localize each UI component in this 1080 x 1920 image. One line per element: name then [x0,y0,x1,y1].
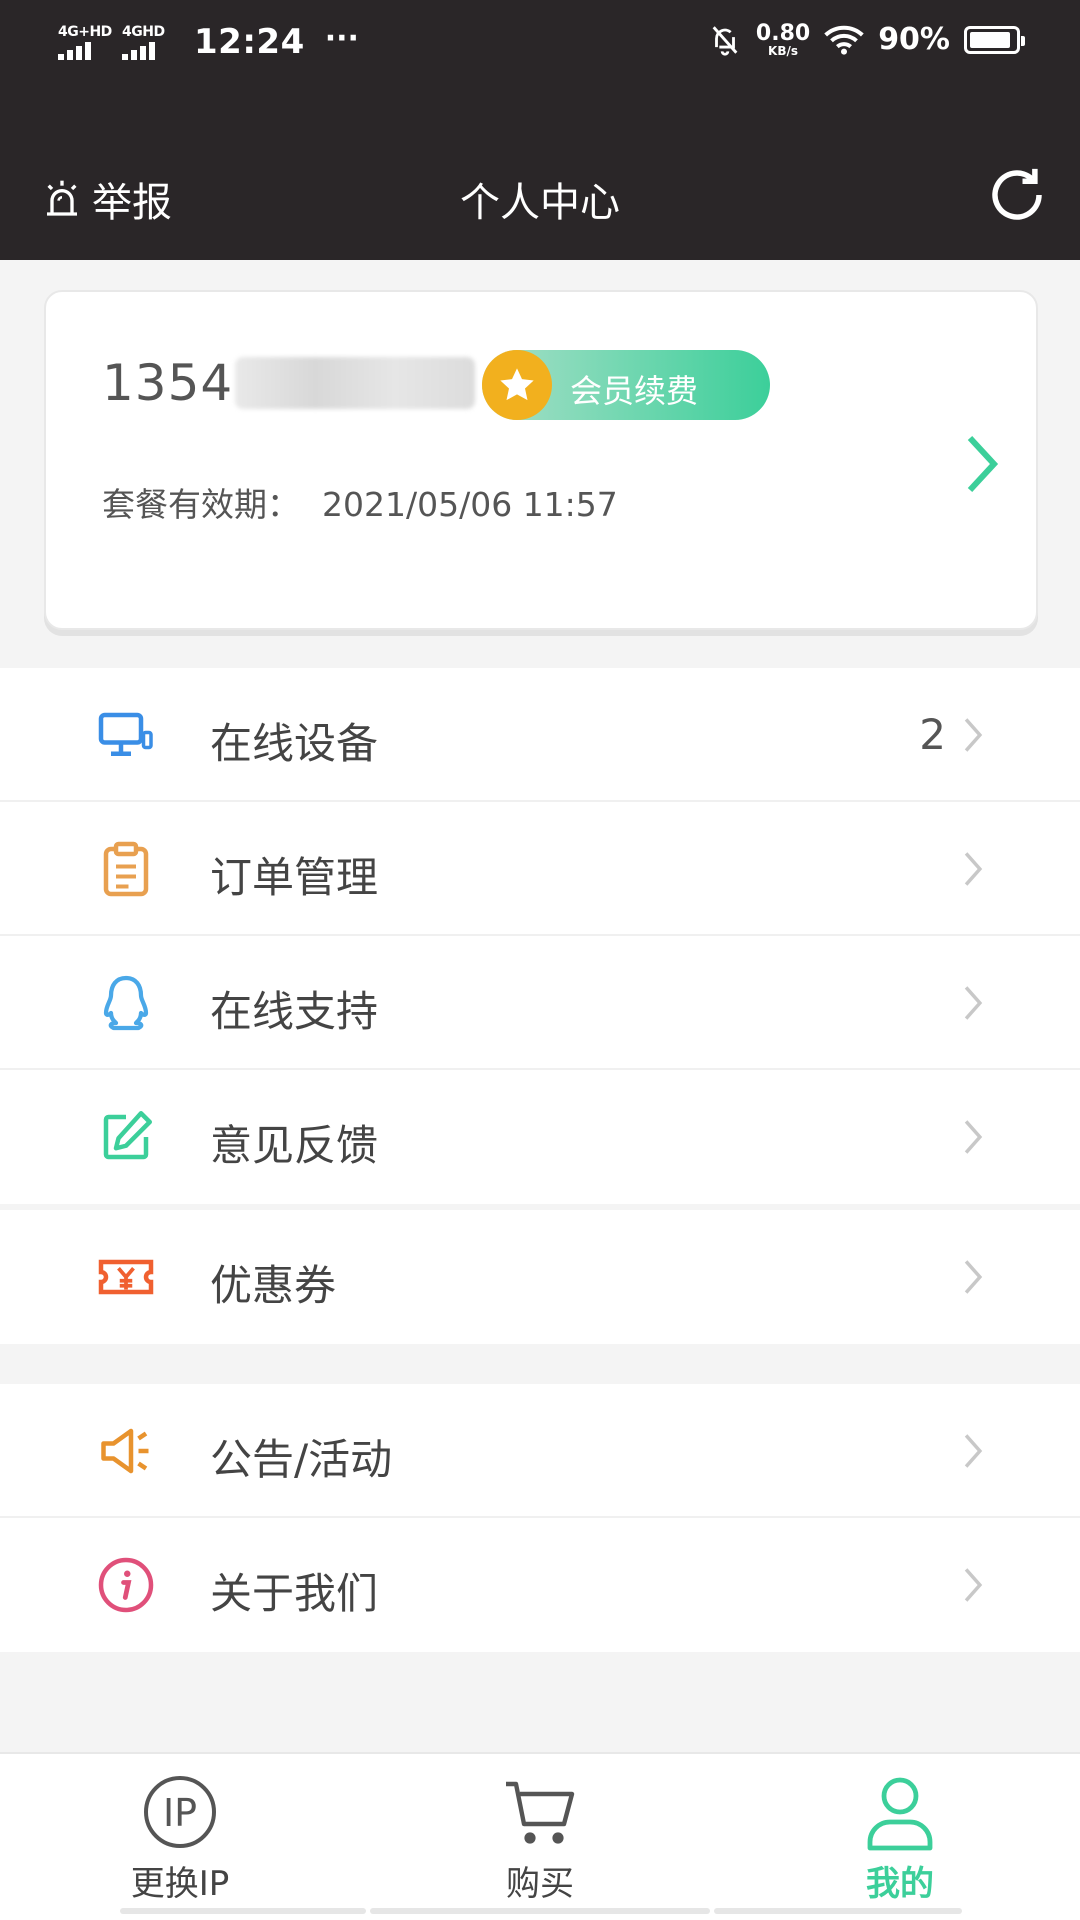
chevron-right-icon [964,986,983,1020]
chevron-right-icon [964,718,983,752]
menu-item-coupons[interactable]: 优惠券 [0,1210,1080,1344]
status-bar: 4G+HD 4GHD 12:24 ··· 0.80 KB/s 90% [0,0,1080,130]
nav-change-ip-label: 更换IP [130,1864,230,1904]
phone-number-redacted [235,357,476,409]
battery-percent: 90% [878,22,950,57]
status-time: 12:24 [194,22,305,62]
orders-label: 订单管理 [210,853,379,902]
refresh-icon[interactable] [984,162,1050,228]
menu-item-announcements[interactable]: 公告/活动 [0,1384,1080,1518]
coupons-label: 优惠券 [210,1261,337,1310]
menu-item-about[interactable]: 关于我们 [0,1518,1080,1652]
menu-group-main: 在线设备 2 订单管理 在线支持 意见反馈 [0,668,1080,1204]
nav-mine[interactable]: 我的 [800,1772,1000,1912]
expiry-value: 2021/05/06 11:57 [322,485,618,524]
about-label: 关于我们 [210,1569,379,1618]
renew-membership-button[interactable]: 会员续费 [482,350,770,420]
status-left: 4G+HD 4GHD 12:24 ··· [58,20,359,62]
renew-label: 会员续费 [570,372,699,410]
nav-mine-label: 我的 [866,1864,934,1904]
coupon-ticket-icon [98,1259,154,1295]
edit-note-icon [103,1111,152,1160]
signal-2: 4GHD [122,25,172,60]
bottom-nav: IP 更换IP 购买 我的 [0,1752,1080,1920]
phone-row: 1354 [102,354,476,412]
nav-change-ip[interactable]: IP 更换IP [80,1772,280,1912]
star-badge [482,350,552,420]
more-notifications-icon: ··· [324,20,359,56]
net-speed-unit: KB/s [768,43,799,58]
feedback-label: 意见反馈 [210,1121,379,1170]
app-header: 举报 个人中心 [0,130,1080,260]
monitor-icon [98,712,153,756]
clipboard-icon [103,841,149,897]
chevron-right-icon [964,1260,983,1294]
megaphone-icon [101,1428,149,1474]
support-label: 在线支持 [210,987,379,1036]
menu-item-support[interactable]: 在线支持 [0,936,1080,1070]
battery-icon [964,25,1025,54]
online-devices-label: 在线设备 [210,719,379,768]
menu-item-orders[interactable]: 订单管理 [0,802,1080,936]
chevron-right-icon [964,1120,983,1154]
signal-bars-icon [58,41,91,60]
user-profile-icon [867,1777,933,1851]
signal-1-label: 4G+HD [58,23,112,40]
info-icon [98,1557,154,1613]
qq-penguin-icon [103,975,149,1031]
chevron-right-icon [964,852,983,886]
signal-1: 4G+HD [58,25,112,60]
signal-bars-icon [122,41,155,60]
menu-group-info: 公告/活动 关于我们 [0,1384,1080,1652]
menu-group-coupons: 优惠券 [0,1210,1080,1344]
nav-bottom-strip [0,1906,1080,1914]
bell-off-icon [712,25,738,56]
announcements-label: 公告/活动 [210,1435,393,1484]
net-speed-value: 0.80 [755,20,811,46]
wifi-icon [824,25,864,55]
shopping-cart-icon [506,1781,575,1844]
net-speed: 0.80 KB/s [755,20,811,58]
personal-center-page: 4G+HD 4GHD 12:24 ··· 0.80 KB/s 90% 举报 个人… [0,0,1080,1920]
menu-item-feedback[interactable]: 意见反馈 [0,1070,1080,1204]
phone-number: 1354 [102,354,234,412]
page-title: 个人中心 [460,180,620,226]
online-devices-count: 2 [919,710,946,759]
chevron-right-icon [964,1568,983,1602]
signal-2-label: 4GHD [122,23,165,40]
star-icon [500,368,534,401]
menu-item-online-devices[interactable]: 在线设备 2 [0,668,1080,802]
plan-expiry: 套餐有效期： 2021/05/06 11:57 [102,478,618,526]
status-right: 0.80 KB/s 90% [708,20,1025,58]
chevron-right-icon [967,435,999,493]
ip-circle-icon: IP [144,1776,216,1848]
nav-buy-label: 购买 [506,1864,574,1904]
svg-text:IP: IP [163,1791,197,1835]
nav-buy[interactable]: 购买 [440,1772,640,1912]
account-card[interactable]: 1354 会员续费 套餐有效期： 2021/05/06 11:57 [44,290,1038,630]
expiry-label: 套餐有效期： [102,485,300,524]
chevron-right-icon [964,1434,983,1468]
